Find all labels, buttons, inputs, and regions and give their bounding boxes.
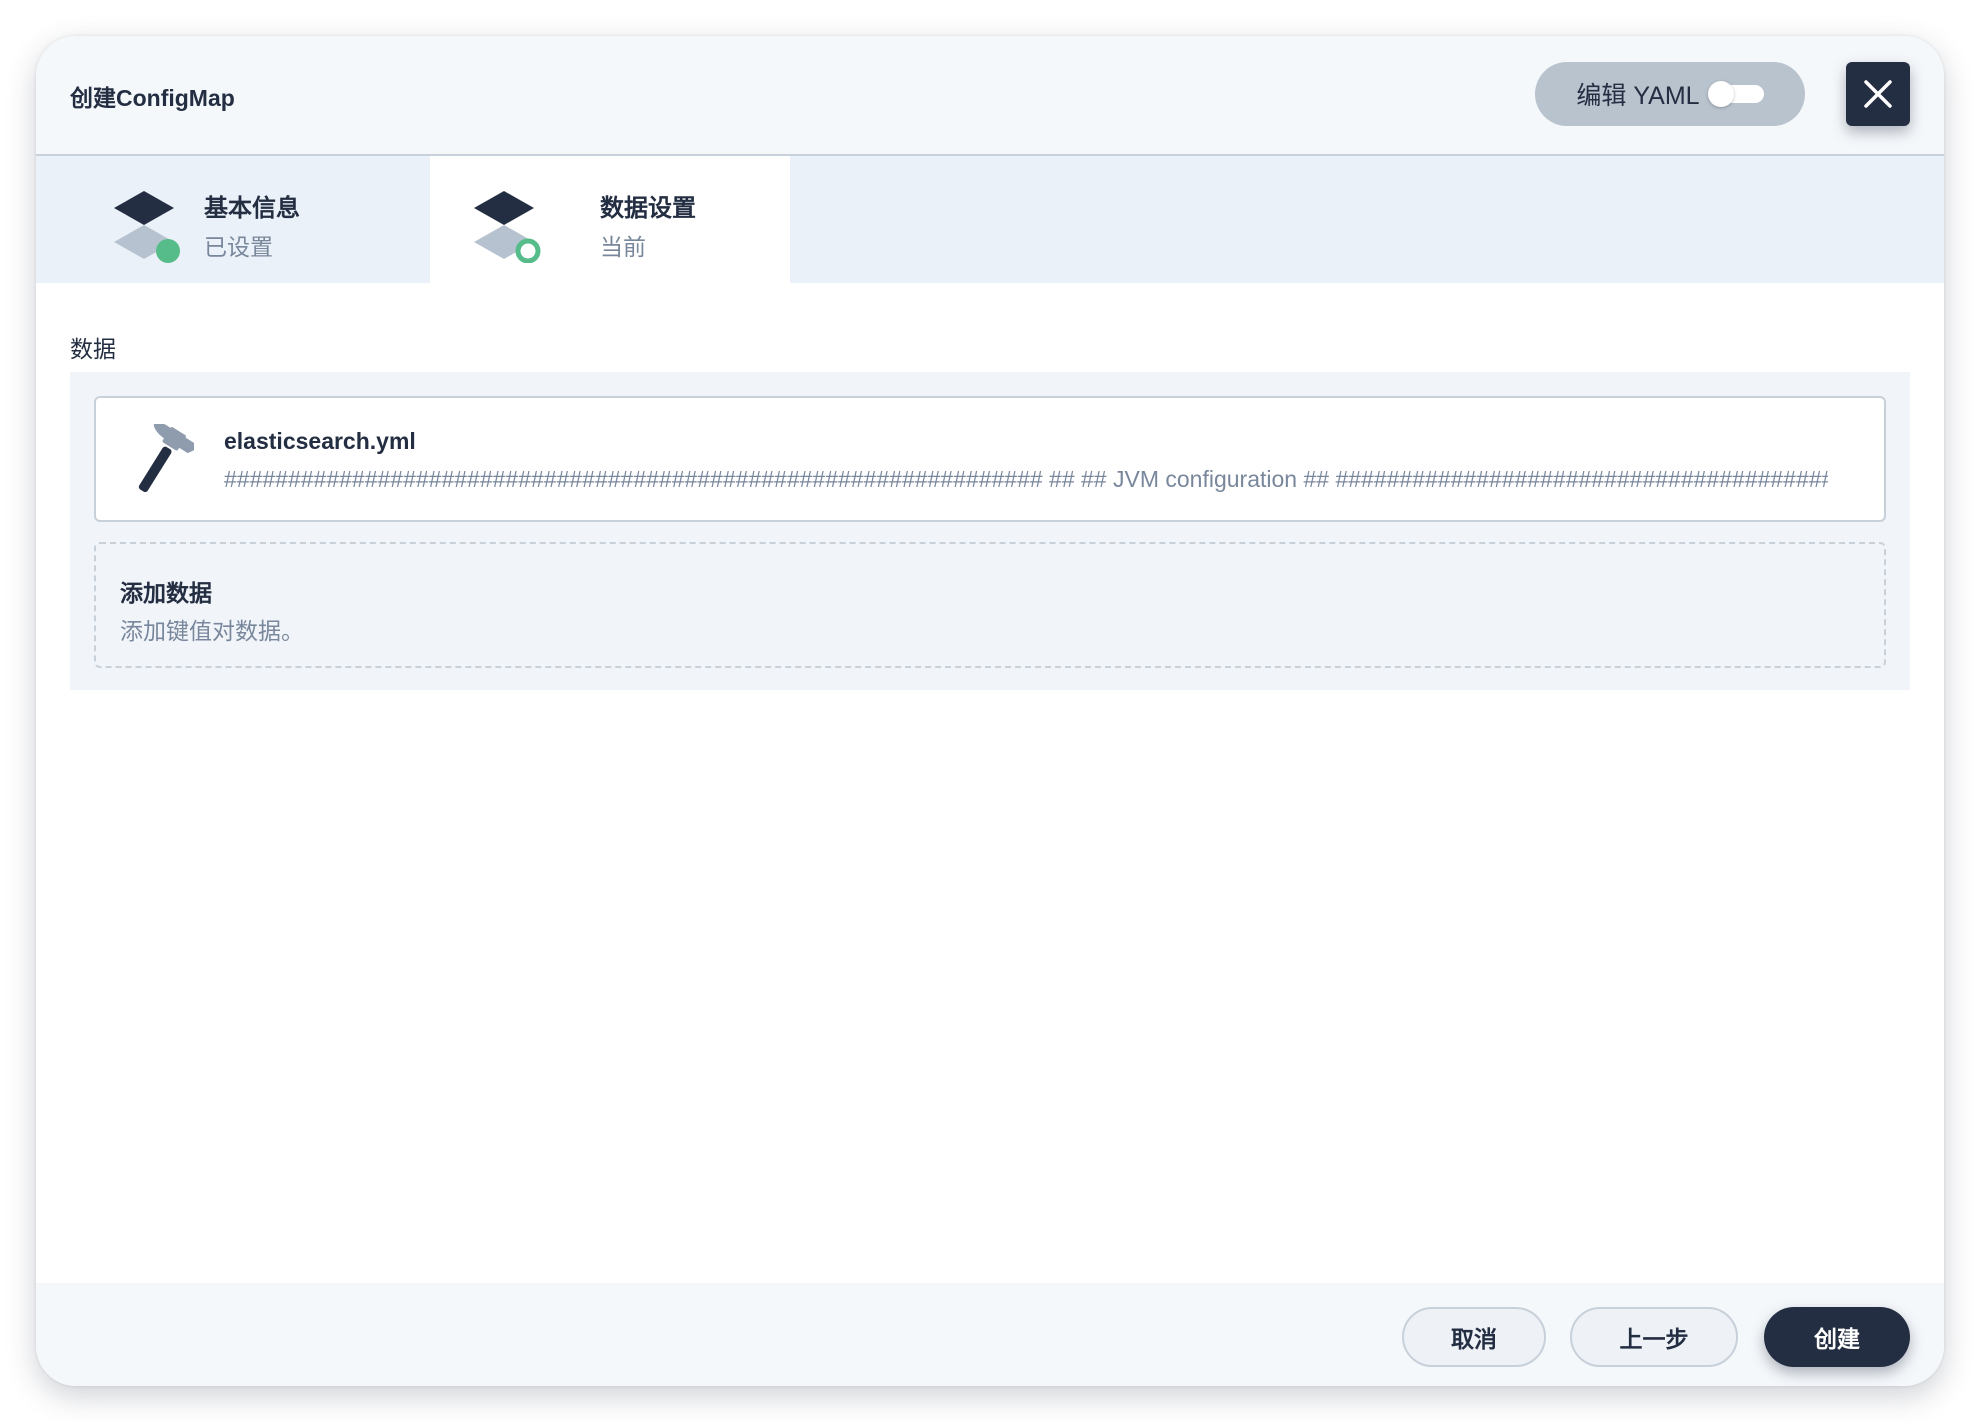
data-panel: elasticsearch.yml ######################… (70, 372, 1910, 690)
data-item[interactable]: elasticsearch.yml ######################… (94, 396, 1886, 522)
modal-title: 创建ConfigMap (70, 85, 235, 111)
step-status: 已设置 (204, 234, 273, 260)
yaml-switch-knob (1707, 81, 1734, 107)
previous-step-button[interactable]: 上一步 (1570, 1307, 1738, 1367)
layers-icon (114, 191, 180, 263)
steps-bar: 基本信息 已设置 数据设置 当前 (36, 156, 1944, 283)
yaml-switch[interactable] (1707, 81, 1764, 107)
create-button[interactable]: 创建 (1764, 1307, 1910, 1367)
close-icon (1864, 80, 1892, 108)
data-section-label: 数据 (70, 336, 116, 362)
step-data-settings[interactable]: 数据设置 当前 (430, 156, 790, 283)
step-basic-info[interactable]: 基本信息 已设置 (36, 156, 430, 283)
layers-icon (474, 191, 541, 263)
add-data-title: 添加数据 (120, 580, 212, 606)
cancel-button[interactable]: 取消 (1402, 1307, 1546, 1367)
edit-yaml-toggle[interactable]: 编辑 YAML (1535, 62, 1805, 126)
step-title: 数据设置 (600, 195, 696, 222)
data-item-value: ########################################… (224, 466, 1828, 492)
add-data-button[interactable]: 添加数据 添加键值对数据。 (94, 542, 1886, 668)
add-data-description: 添加键值对数据。 (120, 618, 304, 644)
create-configmap-modal: 创建ConfigMap 编辑 YAML 基本信息 已设置 数据设置 当前 数据 … (36, 36, 1944, 1386)
step-title: 基本信息 (204, 195, 300, 222)
edit-yaml-label: 编辑 YAML (1576, 82, 1700, 110)
step-status: 当前 (600, 234, 646, 260)
close-button[interactable] (1846, 62, 1910, 126)
modal-footer: 取消 上一步 创建 (36, 1283, 1944, 1386)
modal-header: 创建ConfigMap 编辑 YAML (36, 36, 1944, 156)
hammer-icon (138, 424, 194, 493)
data-item-key: elasticsearch.yml (224, 428, 416, 454)
